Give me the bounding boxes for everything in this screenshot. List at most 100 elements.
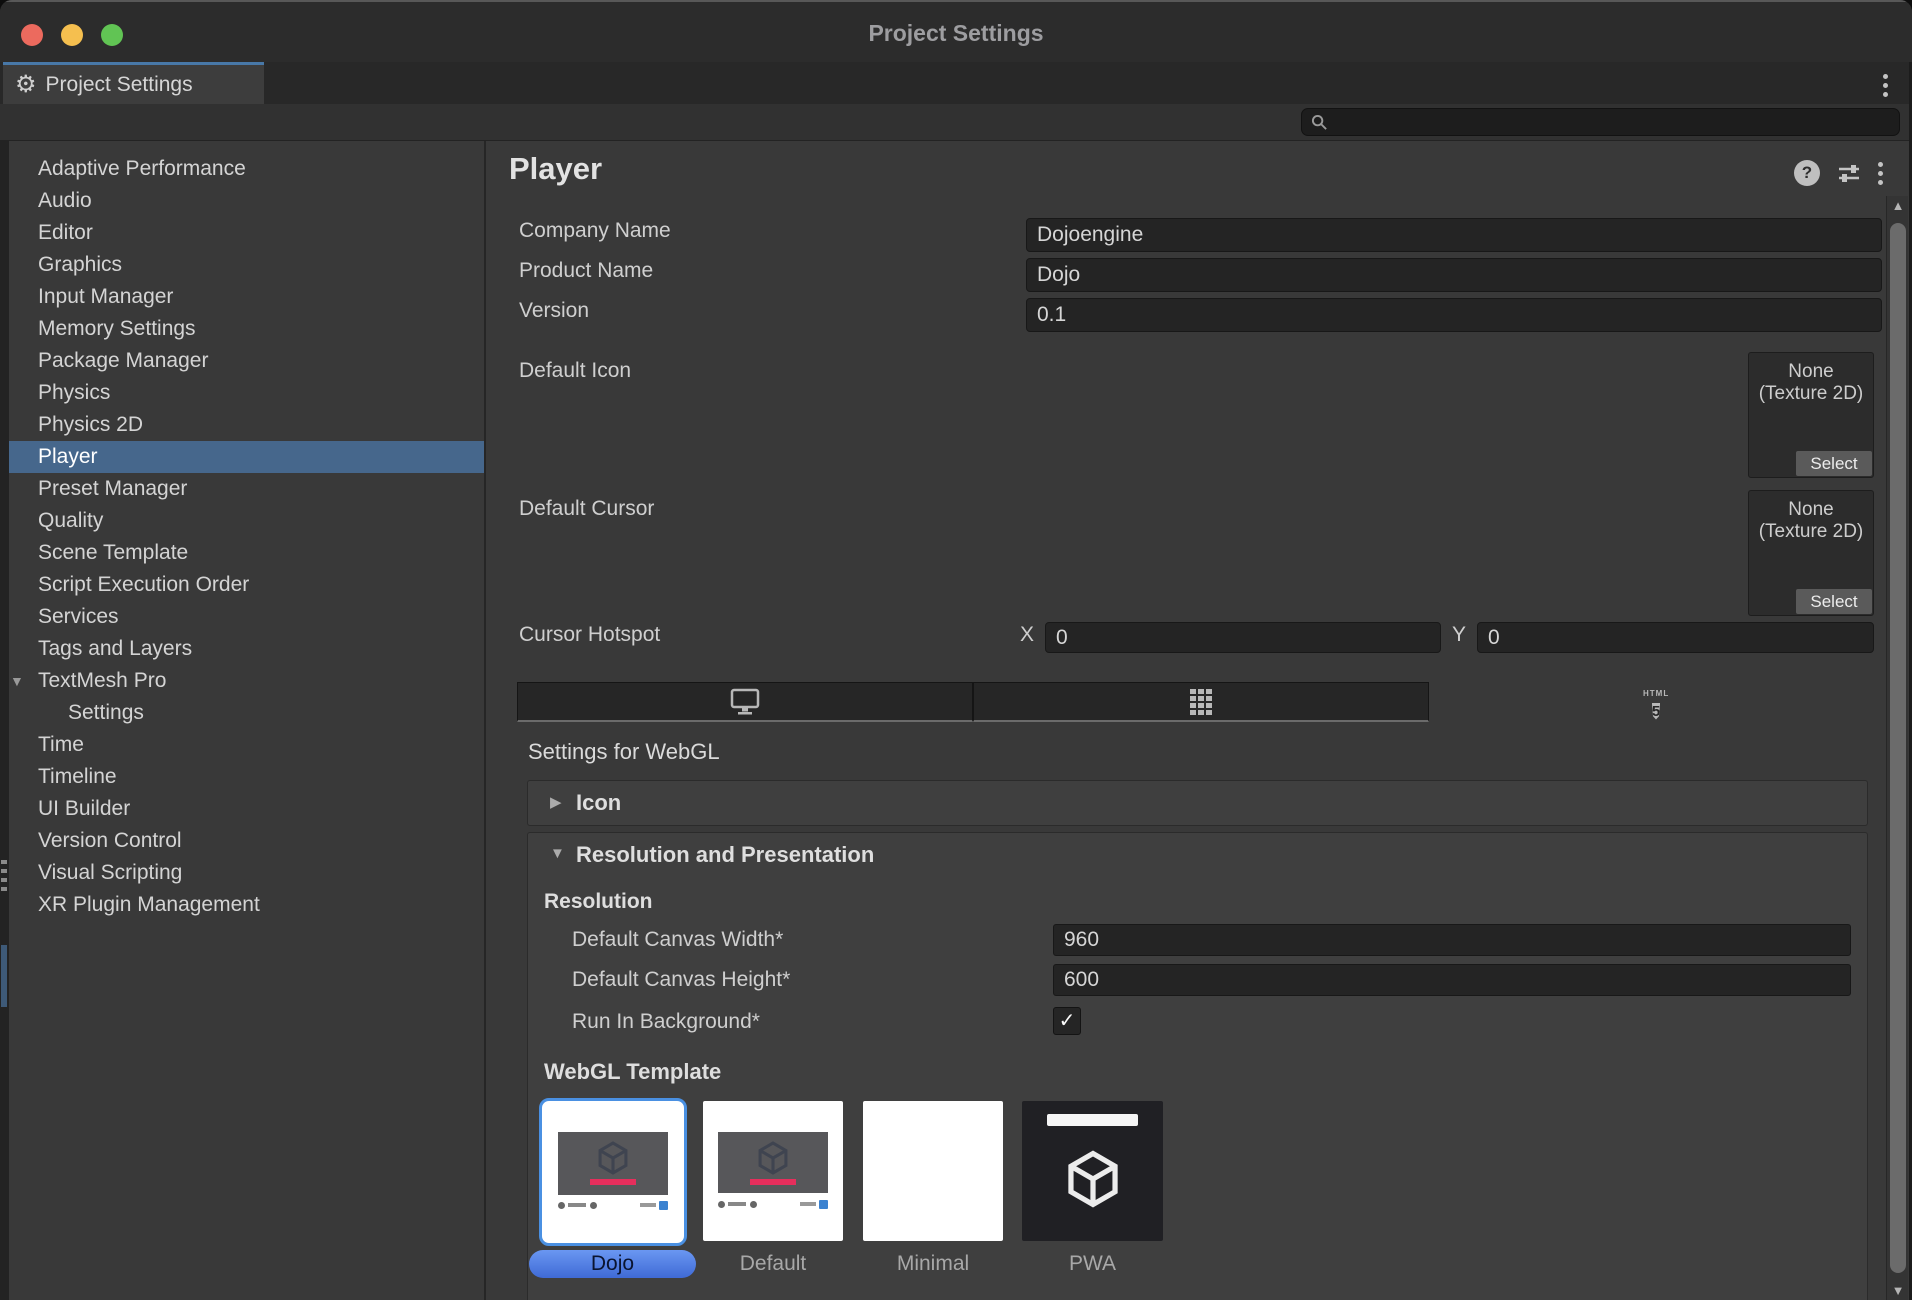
vertical-scrollbar[interactable]: ▲ ▼ [1886, 196, 1908, 1300]
sidebar-item-ui-builder[interactable]: UI Builder [0, 793, 484, 825]
server-icon [1190, 689, 1212, 715]
template-card-pwa[interactable] [1022, 1101, 1163, 1241]
sidebar-item-input-manager[interactable]: Input Manager [0, 281, 484, 313]
sidebar-item-adaptive-performance[interactable]: Adaptive Performance [0, 153, 484, 185]
run-in-background-label: Run In Background* [572, 1010, 760, 1034]
company-name-input[interactable] [1026, 218, 1882, 252]
unity-logo-icon [1064, 1150, 1122, 1208]
page-title: Player [509, 151, 602, 187]
sidebar-item-preset-manager[interactable]: Preset Manager [0, 473, 484, 505]
cursor-hotspot-label: Cursor Hotspot [519, 623, 660, 647]
default-icon-select-button[interactable]: Select [1796, 451, 1872, 476]
settings-category-list: Adaptive Performance Audio Editor Graphi… [0, 141, 486, 1300]
unity-logo-icon [756, 1141, 790, 1175]
presets-icon[interactable] [1836, 160, 1862, 186]
settings-toolbar [0, 104, 1912, 141]
template-card-default[interactable] [703, 1101, 843, 1241]
canvas-height-input[interactable] [1053, 964, 1851, 996]
hotspot-x-input[interactable] [1045, 622, 1441, 653]
sidebar-item-textmesh-pro[interactable]: ▼ TextMesh Pro [0, 665, 484, 697]
sidebar-item-memory-settings[interactable]: Memory Settings [0, 313, 484, 345]
player-settings-pane: Player ? Company Name Product Name Versi… [486, 141, 1912, 1300]
template-label-default: Default [703, 1252, 843, 1276]
sidebar-item-services[interactable]: Services [0, 601, 484, 633]
sidebar-item-package-manager[interactable]: Package Manager [0, 345, 484, 377]
hotspot-y-label: Y [1452, 623, 1466, 647]
sidebar-item-time[interactable]: Time [0, 729, 484, 761]
icon-section[interactable]: ▶ Icon [527, 780, 1868, 826]
canvas-width-label: Default Canvas Width* [572, 928, 783, 952]
platform-tab-webgl[interactable]: HTML 5 [1429, 682, 1883, 722]
template-card-dojo[interactable] [539, 1098, 687, 1246]
sidebar-item-xr-plugin-management[interactable]: XR Plugin Management [0, 889, 484, 921]
gear-icon: ⚙ [15, 73, 37, 97]
sidebar-item-graphics[interactable]: Graphics [0, 249, 484, 281]
company-name-label: Company Name [519, 219, 671, 243]
window-title: Project Settings [0, 20, 1912, 47]
search-input[interactable] [1334, 110, 1899, 134]
help-icon[interactable]: ? [1794, 160, 1820, 186]
tab-project-settings[interactable]: ⚙ Project Settings [3, 62, 264, 104]
template-label-minimal: Minimal [863, 1252, 1003, 1276]
foldout-open-icon[interactable]: ▼ [10, 665, 24, 697]
tab-label: Project Settings [46, 73, 193, 97]
version-input[interactable] [1026, 298, 1882, 332]
sidebar-item-physics-2d[interactable]: Physics 2D [0, 409, 484, 441]
sidebar-item-scene-template[interactable]: Scene Template [0, 537, 484, 569]
product-name-input[interactable] [1026, 258, 1882, 292]
sidebar-item-editor[interactable]: Editor [0, 217, 484, 249]
canvas-width-input[interactable] [1053, 924, 1851, 956]
resolution-section-title[interactable]: Resolution and Presentation [576, 842, 874, 868]
desktop-icon [730, 688, 760, 715]
default-cursor-label: Default Cursor [519, 497, 654, 521]
default-icon-label: Default Icon [519, 359, 631, 383]
unity-logo-icon [596, 1141, 630, 1175]
template-card-minimal[interactable] [863, 1101, 1003, 1241]
sidebar-item-physics[interactable]: Physics [0, 377, 484, 409]
canvas-height-label: Default Canvas Height* [572, 968, 790, 992]
platform-tab-dedicated-server[interactable] [973, 682, 1429, 722]
tab-strip-menu-button[interactable] [1883, 74, 1888, 97]
titlebar: Project Settings [0, 0, 1912, 62]
sidebar-item-script-execution-order[interactable]: Script Execution Order [0, 569, 484, 601]
platform-tab-bar: HTML 5 [517, 682, 1883, 722]
sidebar-item-textmesh-settings[interactable]: Settings [0, 697, 484, 729]
loading-bar-accent [750, 1179, 796, 1185]
sidebar-item-quality[interactable]: Quality [0, 505, 484, 537]
sidebar-item-visual-scripting[interactable]: Visual Scripting [0, 857, 484, 889]
search-icon [1311, 114, 1328, 131]
search-field[interactable] [1301, 108, 1900, 136]
scroll-down-icon[interactable]: ▼ [1887, 1283, 1909, 1298]
hotspot-x-label: X [1020, 623, 1034, 647]
sidebar-item-timeline[interactable]: Timeline [0, 761, 484, 793]
scrollbar-thumb[interactable] [1890, 223, 1906, 1273]
version-label: Version [519, 299, 589, 323]
sidebar-item-version-control[interactable]: Version Control [0, 825, 484, 857]
hotspot-y-input[interactable] [1477, 622, 1874, 653]
run-in-background-checkbox[interactable]: ✓ [1053, 1007, 1081, 1035]
icon-section-title: Icon [576, 790, 621, 816]
webgl-template-title: WebGL Template [544, 1059, 721, 1085]
editor-tab-strip: ⚙ Project Settings [0, 62, 1912, 104]
default-cursor-select-button[interactable]: Select [1796, 589, 1872, 614]
scroll-up-icon[interactable]: ▲ [1887, 198, 1909, 213]
template-thumbnail [558, 1132, 669, 1194]
sidebar-item-player[interactable]: Player [0, 441, 484, 473]
resolution-presentation-section: ▼ Resolution and Presentation Resolution… [527, 832, 1868, 1300]
sidebar-item-tags-and-layers[interactable]: Tags and Layers [0, 633, 484, 665]
foldout-open-icon[interactable]: ▼ [550, 845, 565, 862]
sidebar-item-audio[interactable]: Audio [0, 185, 484, 217]
template-label-pwa: PWA [1022, 1252, 1163, 1276]
pane-menu-icon[interactable] [1878, 162, 1883, 185]
default-cursor-texture-field[interactable]: None (Texture 2D) Select [1748, 490, 1874, 616]
default-icon-texture-field[interactable]: None (Texture 2D) Select [1748, 352, 1874, 478]
project-settings-window: Project Settings ⚙ Project Settings Adap… [0, 0, 1912, 1300]
platform-tab-desktop[interactable] [517, 682, 973, 722]
loading-bar-accent [590, 1179, 636, 1185]
settings-for-platform-label: Settings for WebGL [528, 739, 720, 765]
address-bar-shape [1047, 1114, 1137, 1126]
template-label-dojo-selected[interactable]: Dojo [529, 1250, 696, 1278]
background-window-edge [0, 141, 9, 1300]
foldout-closed-icon[interactable]: ▶ [550, 793, 562, 811]
html5-icon: HTML 5 [1643, 683, 1669, 722]
